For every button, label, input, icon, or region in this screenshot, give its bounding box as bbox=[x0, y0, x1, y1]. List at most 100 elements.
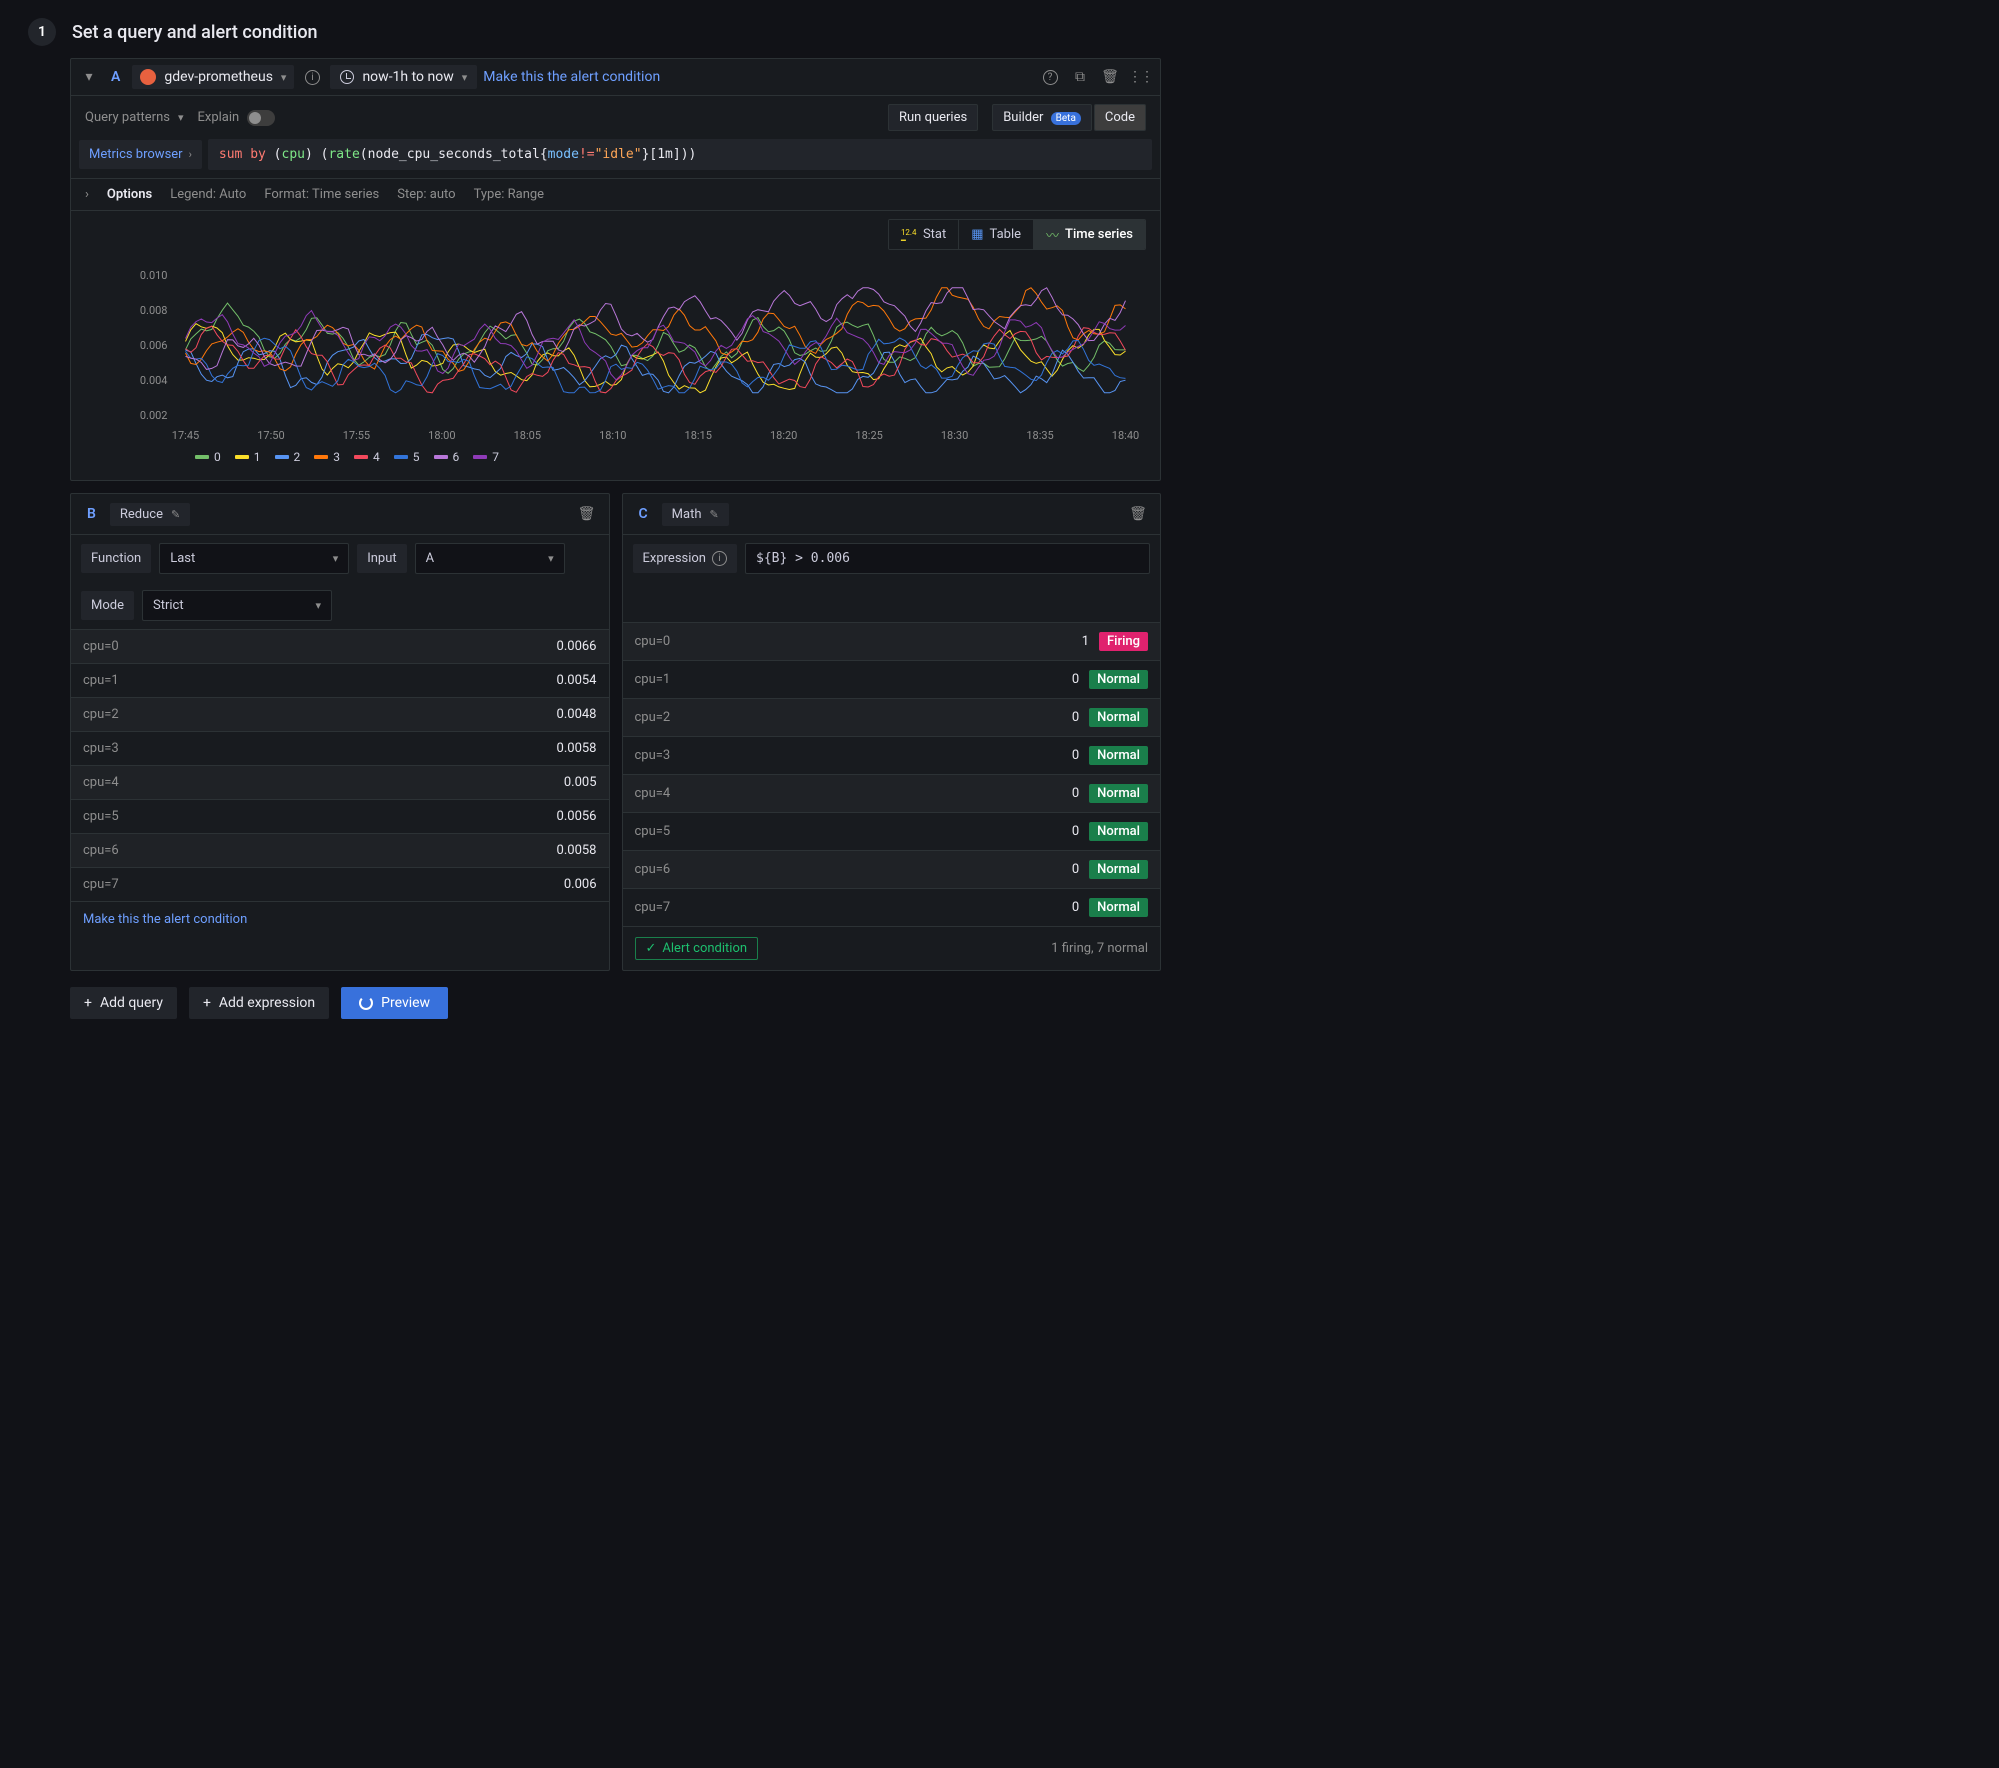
row-key: cpu=4 bbox=[83, 775, 119, 790]
legend-label: 2 bbox=[294, 450, 301, 464]
stat-icon: 12.4━ bbox=[901, 229, 917, 241]
builder-tab[interactable]: Builder Beta bbox=[992, 104, 1092, 131]
info-icon: i bbox=[712, 551, 727, 566]
step-number-badge: 1 bbox=[28, 18, 56, 46]
timeseries-chart: 0.0100.0080.0060.0040.002 17:4517:5017:5… bbox=[85, 264, 1146, 444]
alert-condition-badge: ✓ Alert condition bbox=[635, 937, 759, 960]
legend-item[interactable]: 6 bbox=[434, 450, 460, 464]
explain-toggle[interactable] bbox=[247, 110, 275, 126]
drag-handle[interactable]: ⋮⋮ bbox=[1128, 65, 1152, 89]
svg-text:18:00: 18:00 bbox=[428, 429, 455, 442]
query-code-input[interactable]: sum by (cpu) (rate(node_cpu_seconds_tota… bbox=[208, 139, 1152, 170]
svg-text:18:10: 18:10 bbox=[599, 429, 626, 442]
chevron-down-icon: ▾ bbox=[315, 599, 321, 612]
status-badge: Normal bbox=[1089, 746, 1148, 765]
query-patterns-dropdown[interactable]: Query patterns ▾ bbox=[85, 110, 184, 125]
row-key: cpu=1 bbox=[83, 673, 119, 688]
input-value: A bbox=[426, 551, 434, 566]
legend-item[interactable]: 4 bbox=[354, 450, 380, 464]
legend-item[interactable]: 0 bbox=[195, 450, 221, 464]
table-row: cpu=60.0058 bbox=[71, 833, 609, 867]
panel-b-letter: B bbox=[81, 506, 102, 522]
viz-table-tab[interactable]: ▦ Table bbox=[959, 220, 1034, 249]
row-key: cpu=7 bbox=[83, 877, 119, 892]
row-value: 0.0056 bbox=[557, 809, 597, 824]
chevron-down-icon: ▾ bbox=[462, 71, 468, 84]
clock-icon bbox=[340, 70, 354, 84]
svg-text:17:50: 17:50 bbox=[257, 429, 284, 442]
preview-button[interactable]: Preview bbox=[341, 987, 448, 1019]
row-value: 0.0054 bbox=[557, 673, 597, 688]
row-key: cpu=2 bbox=[635, 710, 671, 725]
datasource-help-button[interactable]: i bbox=[300, 65, 324, 89]
make-alert-condition-link[interactable]: Make this the alert condition bbox=[483, 69, 660, 85]
code-tab[interactable]: Code bbox=[1094, 104, 1146, 131]
legend-item[interactable]: 5 bbox=[394, 450, 420, 464]
delete-panel-b-button[interactable]: 🗑 bbox=[575, 502, 599, 526]
legend-item[interactable]: 3 bbox=[314, 450, 340, 464]
chevron-right-icon: › bbox=[189, 148, 192, 161]
row-value: 0 bbox=[1072, 862, 1079, 877]
viz-stat-tab[interactable]: 12.4━ Stat bbox=[889, 220, 959, 249]
status-badge: Normal bbox=[1089, 860, 1148, 879]
row-value: 0.0058 bbox=[557, 741, 597, 756]
svg-text:18:20: 18:20 bbox=[770, 429, 797, 442]
input-select[interactable]: A ▾ bbox=[415, 543, 565, 574]
delete-query-button[interactable]: 🗑 bbox=[1098, 65, 1122, 89]
svg-text:17:55: 17:55 bbox=[343, 429, 370, 442]
table-row: cpu=01Firing bbox=[623, 622, 1161, 660]
status-badge: Normal bbox=[1089, 708, 1148, 727]
viz-table-label: Table bbox=[990, 227, 1021, 242]
query-help-button[interactable]: ? bbox=[1038, 65, 1062, 89]
expression-input[interactable] bbox=[745, 543, 1150, 574]
svg-text:0.008: 0.008 bbox=[140, 304, 168, 317]
row-value: 0.0048 bbox=[557, 707, 597, 722]
status-badge: Normal bbox=[1089, 670, 1148, 689]
svg-text:0.010: 0.010 bbox=[140, 269, 168, 282]
legend-label: 3 bbox=[333, 450, 340, 464]
row-value: 0.0058 bbox=[557, 843, 597, 858]
function-select[interactable]: Last ▾ bbox=[159, 543, 349, 574]
datasource-picker[interactable]: gdev-prometheus ▾ bbox=[132, 65, 294, 89]
viz-timeseries-tab[interactable]: 〰 Time series bbox=[1034, 220, 1145, 249]
svg-text:0.006: 0.006 bbox=[140, 339, 168, 352]
svg-text:0.002: 0.002 bbox=[140, 409, 168, 422]
mode-value: Strict bbox=[153, 598, 184, 613]
panel-b: B Reduce ✎ 🗑 Function Last ▾ Input A ▾ M… bbox=[70, 493, 610, 971]
row-key: cpu=1 bbox=[635, 672, 671, 687]
status-badge: Normal bbox=[1089, 784, 1148, 803]
row-value: 1 bbox=[1082, 634, 1089, 649]
panel-c-letter: C bbox=[633, 506, 654, 522]
query-options-row[interactable]: › Options Legend: Auto Format: Time seri… bbox=[71, 178, 1160, 211]
legend-item[interactable]: 1 bbox=[235, 450, 261, 464]
mode-select[interactable]: Strict ▾ bbox=[142, 590, 332, 621]
row-key: cpu=0 bbox=[635, 634, 671, 649]
metrics-browser-button[interactable]: Metrics browser › bbox=[79, 140, 202, 169]
table-row: cpu=50Normal bbox=[623, 812, 1161, 850]
row-value: 0.006 bbox=[564, 877, 597, 892]
time-range-picker[interactable]: now-1h to now ▾ bbox=[330, 65, 477, 89]
delete-panel-c-button[interactable]: 🗑 bbox=[1126, 502, 1150, 526]
add-query-label: Add query bbox=[100, 995, 163, 1011]
add-expression-button[interactable]: Add expression bbox=[189, 987, 329, 1019]
row-value: 0 bbox=[1072, 786, 1079, 801]
collapse-toggle[interactable]: ▾ bbox=[79, 65, 99, 89]
panel-c-type[interactable]: Math ✎ bbox=[662, 503, 729, 526]
legend-item[interactable]: 7 bbox=[473, 450, 499, 464]
panel-b-type[interactable]: Reduce ✎ bbox=[110, 503, 190, 526]
viz-ts-label: Time series bbox=[1065, 227, 1133, 242]
legend-item[interactable]: 2 bbox=[275, 450, 301, 464]
duplicate-query-button[interactable]: ⧉ bbox=[1068, 65, 1092, 89]
datasource-name: gdev-prometheus bbox=[164, 69, 273, 85]
row-key: cpu=7 bbox=[635, 900, 671, 915]
run-queries-button[interactable]: Run queries bbox=[888, 104, 978, 131]
table-row: cpu=20.0048 bbox=[71, 697, 609, 731]
legend-label: 0 bbox=[214, 450, 221, 464]
viz-stat-label: Stat bbox=[923, 227, 946, 242]
preview-label: Preview bbox=[381, 995, 430, 1011]
table-row: cpu=7 0.006 bbox=[71, 867, 609, 901]
add-query-button[interactable]: Add query bbox=[70, 987, 177, 1019]
panel-b-make-alert-link[interactable]: Make this the alert condition bbox=[83, 912, 247, 927]
row-key: cpu=0 bbox=[83, 639, 119, 654]
time-range-label: now-1h to now bbox=[362, 69, 453, 85]
